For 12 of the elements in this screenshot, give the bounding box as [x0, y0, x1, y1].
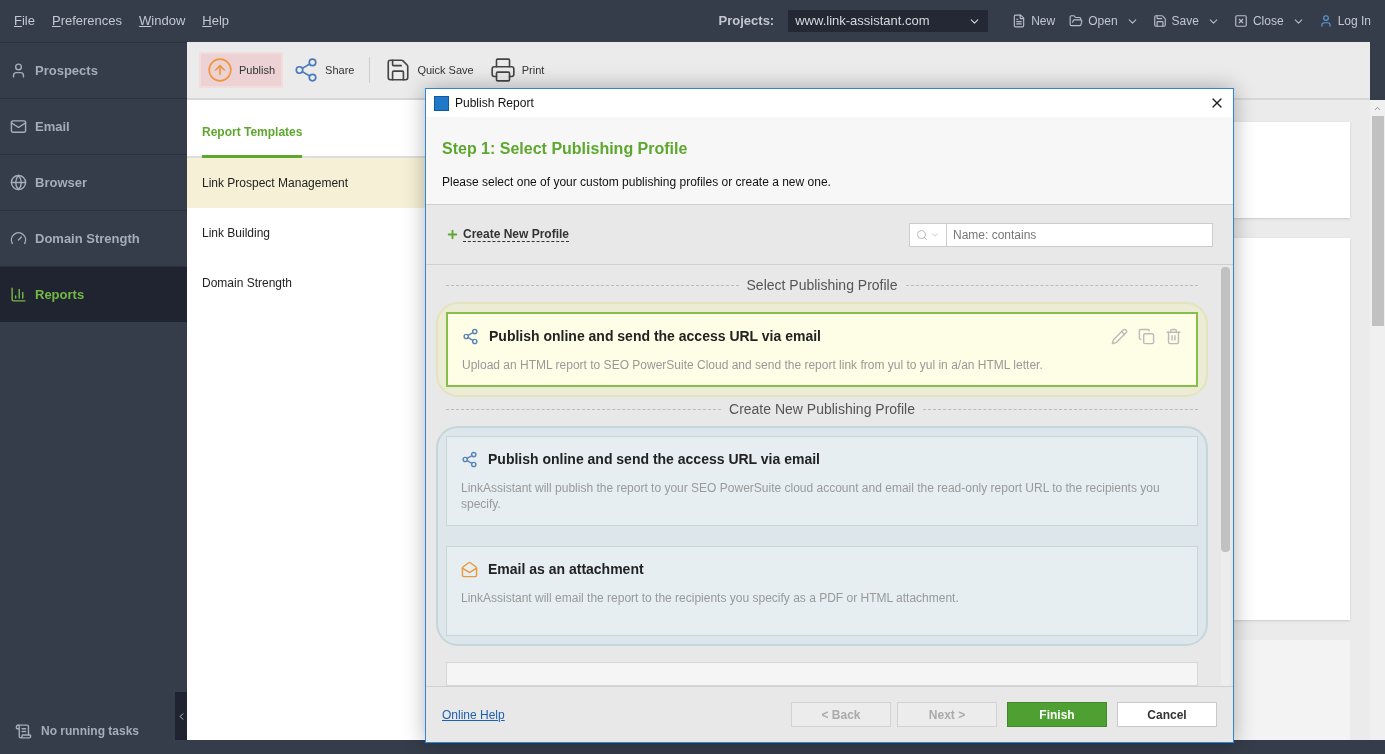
profile-description: LinkAssistant will publish the report to your SEO PowerSuite cloud account and email the read-only report URL to the recipients you specify. — [461, 480, 1161, 512]
section-heading: Select Publishing Profile — [746, 275, 898, 295]
profile-title: Email as an attachment — [488, 560, 644, 579]
dialog-title: Publish Report — [455, 95, 534, 112]
profile-description: LinkAssistant will email the report to the recipients you specify as a PDF or HTML attachment. — [461, 590, 960, 606]
profile-title: Publish online and send the access URL via email — [489, 327, 821, 346]
section-heading: Create New Publishing Profile — [729, 399, 915, 419]
projects-label: Projects: — [718, 12, 775, 31]
tasks-status: No running tasks — [41, 723, 139, 740]
step-heading: Step 1: Select Publishing Profile — [442, 139, 689, 159]
profile-description: Upload an HTML report to SEO PowerSuite Cloud and send the report link from yul to yul in a/an HTML letter. — [462, 357, 1044, 373]
profile-title: Publish online and send the access URL via email — [488, 450, 820, 469]
